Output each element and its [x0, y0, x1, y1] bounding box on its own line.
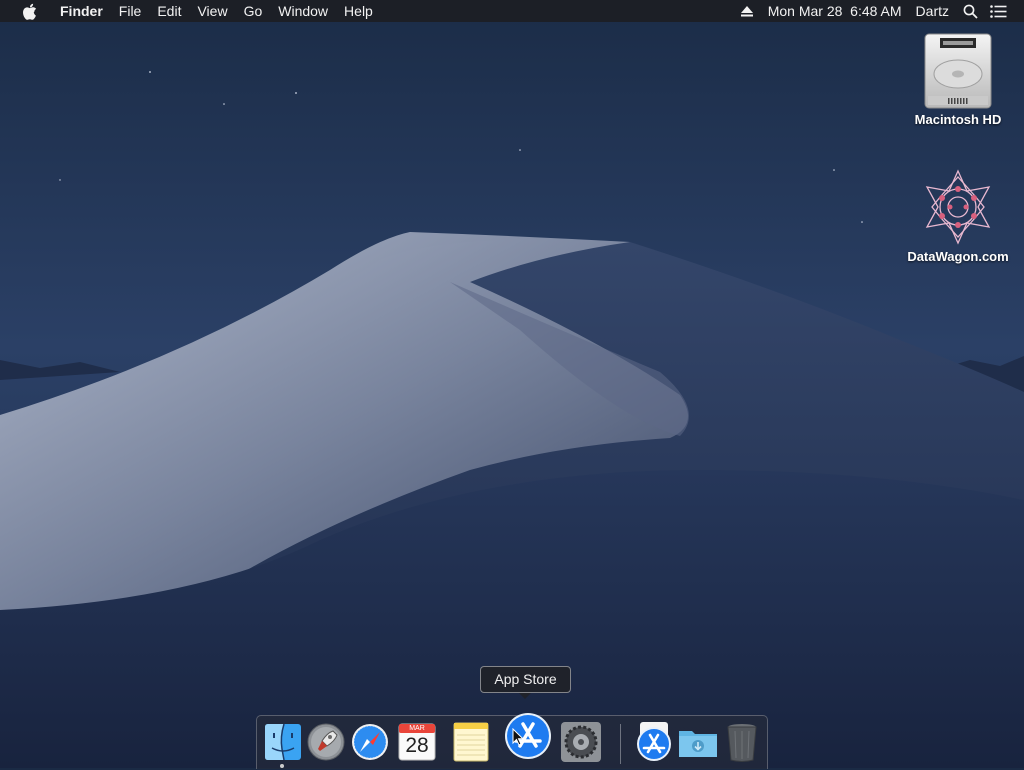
eject-icon[interactable] [736, 0, 758, 22]
apple-logo-icon[interactable] [18, 0, 40, 22]
dock-item-app-store-stack[interactable] [631, 719, 677, 765]
menu-go[interactable]: Go [236, 0, 271, 22]
dock-item-launchpad[interactable] [303, 719, 349, 765]
hard-drive-icon [918, 30, 998, 110]
menu-window[interactable]: Window [270, 0, 336, 22]
dock-item-notes[interactable] [448, 719, 494, 765]
trash-icon [727, 724, 757, 762]
dock-item-trash[interactable] [719, 719, 765, 765]
menu-bar: Finder File Edit View Go Window Help Mon… [0, 0, 1024, 22]
mouse-cursor-icon [512, 728, 524, 746]
dock-item-app-store[interactable] [502, 710, 554, 762]
desktop-wallpaper [0, 0, 1024, 768]
user-name[interactable]: Dartz [909, 0, 956, 22]
desktop-icon-datawagon[interactable]: DataWagon.com [903, 167, 1013, 264]
dock-tooltip-label: App Store [494, 671, 557, 687]
dock-item-system-preferences[interactable] [558, 719, 604, 765]
desktop-icon-label: DataWagon.com [907, 249, 1009, 264]
system-preferences-icon [561, 722, 601, 762]
app-store-icon [637, 722, 671, 761]
menu-edit[interactable]: Edit [149, 0, 189, 22]
dock-item-finder[interactable] [260, 719, 306, 765]
desktop-icon-macintosh-hd[interactable]: Macintosh HD [903, 30, 1013, 127]
dock-tooltip: App Store [480, 666, 571, 699]
menu-help[interactable]: Help [336, 0, 381, 22]
app-store-icon [505, 713, 551, 759]
desktop-icon-label: Macintosh HD [914, 112, 1002, 127]
safari-icon [352, 724, 388, 760]
tooltip-arrow [519, 693, 531, 699]
finder-icon [265, 723, 301, 761]
downloads-folder-icon [679, 731, 717, 757]
menu-view[interactable]: View [189, 0, 235, 22]
calendar-month: MAR [409, 725, 425, 732]
calendar-day: 28 [405, 734, 429, 757]
clock-datetime[interactable]: Mon Mar 28 6:48 AM [761, 0, 909, 22]
running-indicator [280, 764, 284, 768]
dock-item-safari[interactable] [347, 719, 393, 765]
notification-center-icon[interactable] [987, 0, 1009, 22]
datawagon-logo-icon [918, 167, 998, 247]
menu-file[interactable]: File [111, 0, 150, 22]
dock-item-downloads[interactable] [675, 719, 721, 765]
notes-icon [453, 722, 489, 762]
launchpad-icon [307, 723, 345, 761]
search-icon[interactable] [959, 0, 981, 22]
menu-app-name[interactable]: Finder [52, 0, 111, 22]
dock-separator [620, 724, 621, 764]
